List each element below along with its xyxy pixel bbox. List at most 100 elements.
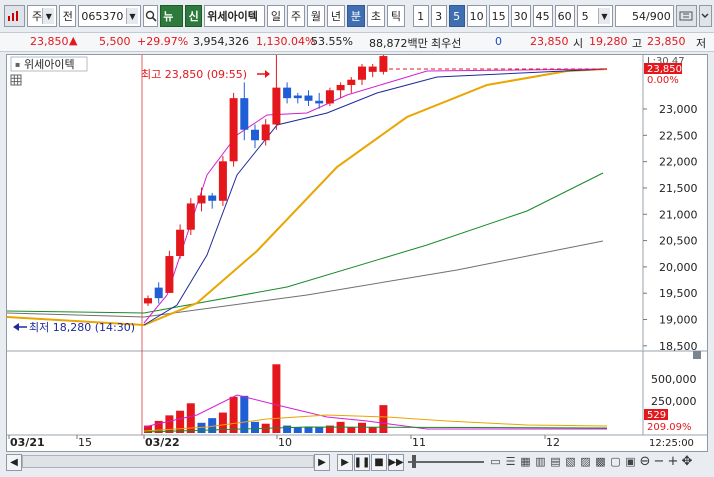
stock-code-input[interactable]: 065370 ▼ (78, 5, 141, 27)
market-label: 주 (32, 10, 43, 23)
x-tick-label: 03/22 (145, 436, 180, 449)
period-button[interactable]: 년 (326, 5, 345, 27)
search-icon[interactable] (143, 5, 159, 27)
chevron-down-icon: ▼ (126, 8, 138, 24)
period-button[interactable]: 주 (286, 5, 305, 27)
y-tick-label: 21,500 (659, 182, 698, 195)
candle-body (272, 87, 281, 125)
change-amount: 5,500 (99, 35, 131, 48)
high-value: 23,850 (647, 35, 686, 48)
candle-body (379, 56, 388, 72)
period-button[interactable]: 틱 (386, 5, 405, 27)
pause-icon[interactable]: ❚❚ (354, 453, 370, 471)
move-icon[interactable]: ✥ (680, 453, 694, 470)
stop-icon[interactable]: ■ (371, 453, 387, 471)
count-total: /900 (646, 9, 671, 23)
y-tick-label: 19,500 (659, 287, 698, 300)
volume-bar (347, 427, 356, 433)
count-field[interactable]: 54/900 (614, 5, 674, 27)
custom-interval-select[interactable]: 5 ▼ (576, 5, 613, 27)
volume-axis-ticks: 500,000 250,000 (651, 373, 697, 408)
y-tick-label: 22,000 (659, 156, 698, 169)
candle-body (208, 195, 217, 201)
time-axis-labels: 03/21 15 03/22 10 11 12 (8, 435, 560, 449)
interval-button[interactable]: 15 (488, 5, 509, 27)
news-button[interactable]: 뉴 (160, 5, 184, 27)
moving-average-lines (6, 68, 608, 327)
interval-button[interactable]: 3 (430, 5, 447, 27)
period-button[interactable]: 월 (306, 5, 325, 27)
interval-button[interactable]: 1 (412, 5, 429, 27)
pane-handle-icon[interactable] (693, 351, 701, 359)
grid-tool-icon[interactable]: ▦ (518, 453, 533, 470)
scroll-left-icon[interactable]: ◀ (6, 453, 22, 471)
scroll-track[interactable] (22, 455, 314, 468)
price-chart[interactable]: ▪ 위세아이텍 23,000 22,500 22,000 21,500 21,000 20… (6, 53, 708, 452)
volume-series (144, 364, 388, 433)
volume-tag-pct: 209.09% (647, 422, 692, 433)
period-button[interactable]: 초 (366, 5, 385, 27)
interval-buttons: 1 3 5 10 15 30 45 60 (412, 5, 577, 27)
page-tool-icon[interactable]: ▢ (608, 453, 623, 470)
volume-bar (272, 364, 281, 433)
interval-button[interactable]: 60 (554, 5, 575, 27)
expand-icon[interactable] (698, 5, 712, 27)
list-tool-icon[interactable]: ☰ (503, 453, 518, 470)
candle-body (261, 124, 270, 141)
interval-button[interactable]: 30 (510, 5, 531, 27)
settings-icon[interactable] (675, 5, 697, 27)
win-tool-icon[interactable]: ▣ (623, 453, 638, 470)
x-tick-label: 03/21 (10, 436, 45, 449)
zoom-slider-thumb[interactable] (412, 455, 416, 468)
market-select[interactable]: 주 ▼ (26, 5, 58, 27)
period-buttons: 일주월년분초틱 (266, 5, 407, 27)
candle-body (154, 287, 163, 299)
bar-tool-icon[interactable]: ▥ (533, 453, 548, 470)
fast-forward-icon[interactable]: ▶▶ (388, 453, 404, 471)
area-tool-icon[interactable]: ▤ (548, 453, 563, 470)
row-tool-icon[interactable]: ▨ (578, 453, 593, 470)
candle-body (218, 161, 227, 201)
interval-button[interactable]: 5 (448, 5, 465, 27)
play-icon[interactable]: ▶ (337, 453, 353, 471)
price-repeat: 23,850 (530, 35, 569, 48)
chart-type-icon[interactable] (4, 5, 25, 27)
volume-average-lines (143, 394, 608, 433)
candle-body (186, 203, 195, 230)
credit-badge[interactable]: 신 (185, 5, 203, 27)
price-axis-ticks: 23,000 22,500 22,000 21,500 21,000 20,500 20,0… (643, 103, 698, 353)
scroll-right-icon[interactable]: ▶ (314, 453, 330, 471)
candle-body (251, 129, 259, 141)
period-button[interactable]: 일 (266, 5, 285, 27)
zoom-out-icon[interactable]: ⊖ (638, 453, 652, 470)
x-tick-label: 11 (412, 436, 426, 449)
chart-canvas[interactable]: ▪ 위세아이텍 23,000 22,500 22,000 21,500 21,000 20… (6, 53, 707, 451)
candle-body (144, 298, 152, 304)
candle-body (358, 66, 366, 80)
plus-icon[interactable]: + (666, 453, 680, 470)
y-tick-label: 22,500 (659, 129, 698, 142)
moving-average-line (6, 240, 604, 318)
candle-body (240, 98, 249, 130)
volume-bar (379, 405, 388, 433)
period-button[interactable]: 분 (346, 5, 365, 27)
price-tag-pct: 0.00% (647, 75, 679, 86)
interval-button[interactable]: 45 (532, 5, 553, 27)
y-tick-label: 20,000 (659, 261, 698, 274)
y-tick-label: 21,000 (659, 208, 698, 221)
box-tool-icon[interactable]: ▩ (593, 453, 608, 470)
volume-bar (358, 422, 366, 433)
low-label: 저 (696, 37, 707, 50)
chart-tool-icon[interactable]: ▭ (488, 453, 503, 470)
jeon-button[interactable]: 전 (59, 5, 77, 27)
grid-icon[interactable] (10, 74, 22, 86)
col-tool-icon[interactable]: ▧ (563, 453, 578, 470)
minus-icon[interactable]: − (652, 453, 666, 470)
interval-button[interactable]: 10 (466, 5, 487, 27)
x-tick-label: 15 (78, 436, 92, 449)
chart-scrollbar: ◀ ▶ ▶ ❚❚ ■ ▶▶ ▭ ☰ ▦ ▥ ▤ ▧ ▨ ▩ ▢ ▣ ⊖ − + ✥ (0, 453, 714, 471)
up-arrow-icon: ▲ (69, 34, 78, 47)
zoom-slider[interactable] (408, 461, 484, 463)
high-label: 고 (632, 37, 643, 50)
priority-label: 최우선 (431, 37, 462, 50)
